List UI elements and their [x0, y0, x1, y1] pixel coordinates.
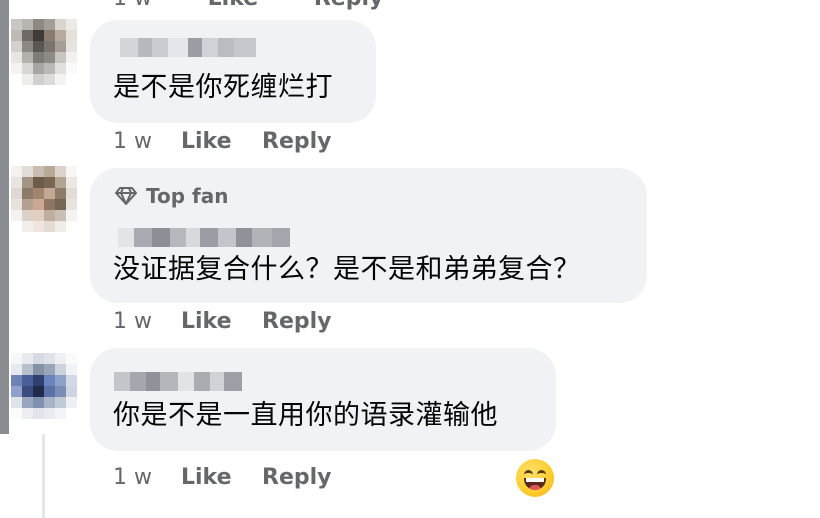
- emoji-mouth: [524, 478, 546, 490]
- comment-text: 没证据复合什么？是不是和弟弟复合？: [113, 254, 581, 285]
- comment-actions: 1 w Like Reply: [113, 465, 332, 490]
- timestamp[interactable]: 1 w: [113, 309, 181, 334]
- badge-label: Top fan: [146, 184, 229, 208]
- reply-thread-line: [42, 434, 45, 518]
- reply-button[interactable]: Reply: [262, 129, 332, 154]
- comment-text: 是不是你死缠烂打: [113, 72, 333, 103]
- timestamp[interactable]: 1 w: [113, 0, 152, 11]
- thread-line: [0, 0, 9, 434]
- like-button[interactable]: Like: [181, 129, 262, 154]
- top-fan-badge: Top fan: [114, 184, 228, 208]
- comment-actions: 1 w Like Reply: [113, 309, 332, 334]
- avatar[interactable]: [11, 353, 77, 419]
- avatar[interactable]: [11, 166, 77, 232]
- comment-actions: 1 w Like Reply: [113, 129, 332, 154]
- author-name-redacted[interactable]: [114, 372, 242, 391]
- timestamp[interactable]: 1 w: [113, 129, 181, 154]
- diamond-icon: [115, 187, 137, 205]
- reply-button[interactable]: Reply: [262, 309, 332, 334]
- comment-text: 你是不是一直用你的语录灌输他: [113, 400, 498, 431]
- reply-button[interactable]: Reply: [262, 465, 332, 490]
- author-name-redacted[interactable]: [120, 38, 256, 57]
- like-button[interactable]: Like: [208, 0, 259, 11]
- like-button[interactable]: Like: [181, 465, 262, 490]
- avatar[interactable]: [11, 19, 77, 85]
- author-name-redacted[interactable]: [118, 228, 290, 247]
- reply-button[interactable]: Reply: [314, 0, 384, 11]
- timestamp[interactable]: 1 w: [113, 465, 181, 490]
- previous-comment-actions: 1 w Like Reply: [113, 0, 431, 11]
- grinning-squinting-emoji-icon[interactable]: [516, 459, 554, 497]
- like-button[interactable]: Like: [181, 309, 262, 334]
